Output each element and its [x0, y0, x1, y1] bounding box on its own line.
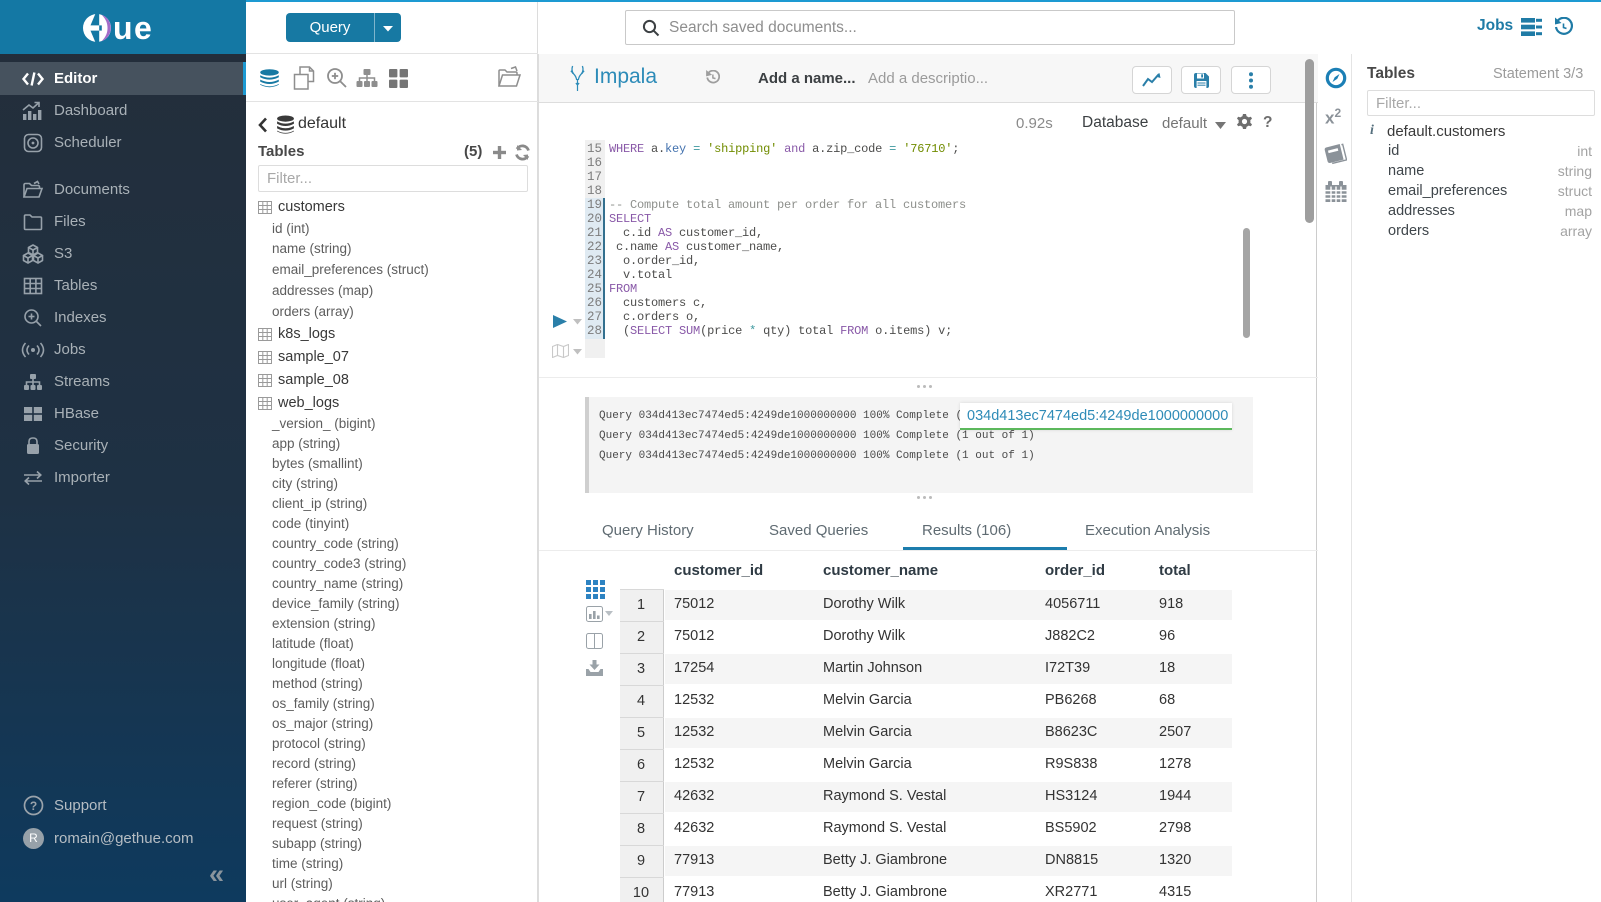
svg-text:ue: ue — [113, 12, 153, 44]
svg-text:?: ? — [30, 799, 37, 813]
